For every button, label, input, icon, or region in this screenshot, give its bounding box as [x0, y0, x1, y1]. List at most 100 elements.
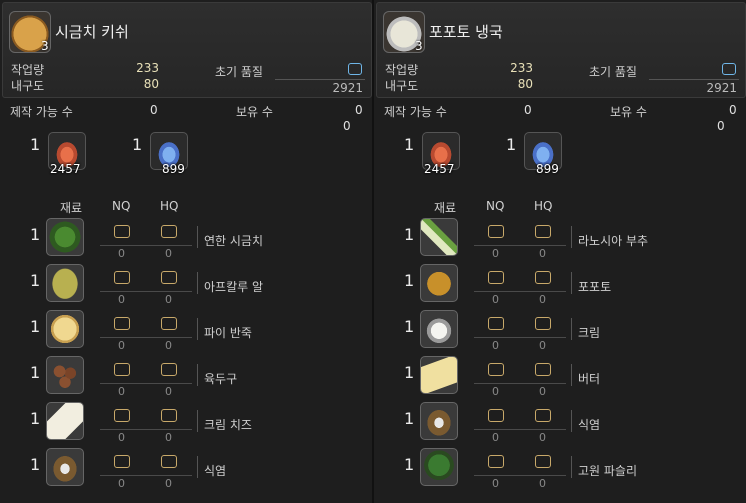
egg-icon[interactable] — [46, 264, 84, 302]
durability-value: 80 — [143, 77, 159, 91]
nq-owned: 0 — [118, 431, 125, 444]
nq-checkbox[interactable] — [488, 363, 504, 376]
nutmeg-icon[interactable] — [46, 356, 84, 394]
craftable-label: 제작 가능 수 — [384, 105, 447, 119]
pie-dough-icon[interactable] — [46, 310, 84, 348]
material-name: 파이 반죽 — [204, 326, 252, 340]
nq-checkbox[interactable] — [114, 225, 130, 238]
owned-sub-value: 0 — [717, 119, 725, 133]
quantity-line — [474, 383, 566, 384]
material-count: 1 — [404, 363, 415, 382]
nq-owned: 0 — [492, 385, 499, 398]
initial-quality-label: 초기 품질 — [215, 65, 263, 79]
hq-owned: 0 — [165, 385, 172, 398]
salt-icon[interactable] — [46, 448, 84, 486]
hq-checkbox[interactable] — [535, 409, 551, 422]
hq-checkbox[interactable] — [535, 225, 551, 238]
material-count: 1 — [30, 409, 41, 428]
nq-owned: 0 — [118, 339, 125, 352]
popoto-icon[interactable] — [420, 264, 458, 302]
hq-checkbox[interactable] — [535, 455, 551, 468]
hq-checkbox[interactable] — [348, 63, 362, 75]
nq-checkbox[interactable] — [488, 409, 504, 422]
hq-checkbox[interactable] — [722, 63, 736, 75]
material-separator — [571, 226, 572, 248]
item-name: 포포토 냉국 — [429, 23, 503, 41]
workload-label: 작업량 — [385, 63, 419, 77]
quantity-line — [474, 291, 566, 292]
initial-quality-value: 2921 — [706, 81, 737, 95]
initial-quality-label: 초기 품질 — [589, 65, 637, 79]
material-separator — [197, 456, 198, 478]
crystal-quantity: 2457 — [50, 162, 81, 176]
nq-owned: 0 — [118, 247, 125, 260]
material-count: 1 — [404, 271, 415, 290]
material-count: 1 — [30, 225, 41, 244]
nq-checkbox[interactable] — [114, 409, 130, 422]
hq-checkbox[interactable] — [161, 225, 177, 238]
nq-checkbox[interactable] — [488, 225, 504, 238]
hq-column-header: HQ — [534, 199, 553, 213]
craftable-value: 0 — [150, 103, 158, 117]
parsley-icon[interactable] — [420, 448, 458, 486]
cream-cheese-icon[interactable] — [46, 402, 84, 440]
nq-checkbox[interactable] — [488, 455, 504, 468]
hq-owned: 0 — [165, 293, 172, 306]
nq-checkbox[interactable] — [114, 317, 130, 330]
nq-checkbox[interactable] — [114, 271, 130, 284]
hq-checkbox[interactable] — [161, 409, 177, 422]
material-separator — [197, 318, 198, 340]
spinach-icon[interactable] — [46, 218, 84, 256]
craftable-label: 제작 가능 수 — [10, 105, 73, 119]
material-count: 1 — [404, 455, 415, 474]
material-column-header: 재료 — [434, 201, 457, 215]
nq-owned: 0 — [492, 431, 499, 444]
hq-checkbox[interactable] — [535, 317, 551, 330]
material-name: 육두구 — [204, 372, 238, 386]
nq-owned: 0 — [492, 247, 499, 260]
nq-checkbox[interactable] — [114, 455, 130, 468]
material-count: 1 — [30, 271, 41, 290]
nq-checkbox[interactable] — [114, 363, 130, 376]
owned-label: 보유 수 — [610, 105, 647, 119]
hq-checkbox[interactable] — [161, 363, 177, 376]
owned-value: 0 — [729, 103, 737, 117]
material-name: 크림 치즈 — [204, 418, 252, 432]
crystal-count: 1 — [404, 135, 415, 154]
item-name: 시금치 키쉬 — [55, 23, 129, 41]
material-separator — [197, 410, 198, 432]
hq-checkbox[interactable] — [535, 271, 551, 284]
material-name: 포포토 — [578, 280, 612, 294]
leek-icon[interactable] — [420, 218, 458, 256]
hq-checkbox[interactable] — [535, 363, 551, 376]
material-count: 1 — [404, 225, 415, 244]
crystal-count: 1 — [30, 135, 41, 154]
butter-icon[interactable] — [420, 356, 458, 394]
hq-owned: 0 — [539, 385, 546, 398]
nq-owned: 0 — [118, 385, 125, 398]
quality-bar — [275, 79, 365, 80]
hq-checkbox[interactable] — [161, 271, 177, 284]
salt-icon[interactable] — [420, 402, 458, 440]
hq-owned: 0 — [539, 431, 546, 444]
nq-owned: 0 — [492, 339, 499, 352]
material-name: 고원 파슬리 — [578, 464, 638, 478]
nq-owned: 0 — [118, 293, 125, 306]
nq-checkbox[interactable] — [488, 317, 504, 330]
owned-label: 보유 수 — [236, 105, 273, 119]
material-name: 라노시아 부추 — [578, 234, 649, 248]
crystal-quantity: 899 — [162, 162, 185, 176]
nq-owned: 0 — [492, 293, 499, 306]
hq-checkbox[interactable] — [161, 317, 177, 330]
quantity-line — [474, 337, 566, 338]
material-separator — [571, 410, 572, 432]
hq-column-header: HQ — [160, 199, 179, 213]
material-separator — [571, 456, 572, 478]
cream-icon[interactable] — [420, 310, 458, 348]
nq-checkbox[interactable] — [488, 271, 504, 284]
crystal-quantity: 2457 — [424, 162, 455, 176]
recipe-header: 3 시금치 키쉬 작업량 233 내구도 80 초기 품질 2921 — [2, 2, 372, 98]
workload-label: 작업량 — [11, 63, 45, 77]
hq-checkbox[interactable] — [161, 455, 177, 468]
material-separator — [197, 272, 198, 294]
